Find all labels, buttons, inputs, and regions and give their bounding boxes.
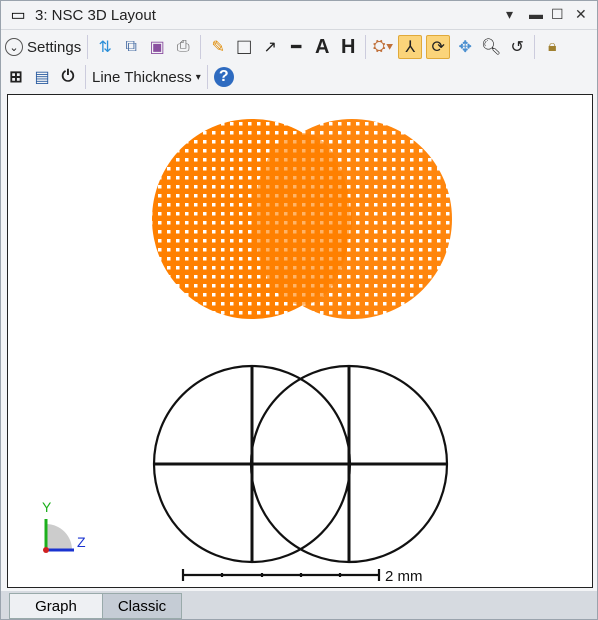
scale-label: 2 mm (385, 568, 423, 585)
rotate-view-icon[interactable]: ⛭▾ (372, 36, 394, 58)
text-icon[interactable]: A (311, 36, 333, 58)
minimize-button[interactable]: ▬ (529, 6, 543, 22)
axis-triad: Y Z (42, 499, 86, 553)
close-button[interactable]: ✕ (575, 6, 587, 23)
window: ▭ 3: NSC 3D Layout ▾ ▬ ☐ ✕ ⌄ Settings ⇅ … (0, 0, 598, 620)
line-icon[interactable]: ━ (285, 36, 307, 58)
tab-classic[interactable]: Classic (102, 593, 182, 619)
svg-text:Y: Y (42, 499, 52, 515)
lock-icon[interactable]: 🔒︎ (541, 36, 563, 58)
zoom-icon[interactable]: 🔍︎ (480, 36, 502, 58)
window-layout-icon[interactable]: ▤ (31, 66, 53, 88)
window-icon: ▭ (10, 7, 26, 24)
copy-icon[interactable]: ⧉ (120, 36, 142, 58)
dimension-icon[interactable]: H (337, 36, 359, 58)
fit-icon[interactable]: ⊞ (5, 66, 27, 88)
toolbar-row-1: ⌄ Settings ⇅ ⧉ ▣ ⎙ ✎ □ ↗ ━ A H ⛭▾ ⅄ ⟳ ✥ … (5, 34, 563, 60)
line-thickness-dropdown[interactable]: Line Thickness (92, 69, 192, 86)
scale-bar (181, 569, 381, 581)
layout-plot[interactable]: 2 mm Y Z (7, 94, 593, 588)
toolbar-row-2: ⊞ ▤ ⏻ Line Thickness ▾ ? (5, 64, 234, 90)
tab-bar: Graph Classic (1, 591, 597, 619)
window-title: 3: NSC 3D Layout (35, 6, 156, 24)
power-icon[interactable]: ⏻ (57, 66, 79, 88)
reset-view-icon[interactable]: ↺ (506, 36, 528, 58)
axes-icon[interactable]: ⅄ (398, 35, 423, 59)
maximize-button[interactable]: ☐ (551, 6, 564, 23)
settings-button[interactable]: Settings (27, 39, 81, 56)
svg-text:Z: Z (77, 534, 86, 550)
overlap-region (254, 133, 350, 305)
pencil-icon[interactable]: ✎ (207, 36, 229, 58)
pan-icon[interactable]: ✥ (454, 36, 476, 58)
settings-chevron-icon[interactable]: ⌄ (5, 38, 23, 56)
print-icon[interactable]: ⎙ (172, 36, 194, 58)
refresh-icon[interactable]: ⇅ (94, 36, 116, 58)
title-bar: ▭ 3: NSC 3D Layout ▾ ▬ ☐ ✕ (1, 1, 597, 30)
save-icon[interactable]: ▣ (146, 36, 168, 58)
rectangle-icon[interactable]: □ (233, 34, 255, 59)
help-icon[interactable]: ? (213, 67, 234, 87)
dropdown-icon[interactable]: ▾ (506, 6, 513, 23)
rotate-icon[interactable]: ⟳ (426, 35, 451, 59)
tab-graph[interactable]: Graph (9, 593, 103, 619)
arrow-icon[interactable]: ↗ (259, 36, 281, 58)
